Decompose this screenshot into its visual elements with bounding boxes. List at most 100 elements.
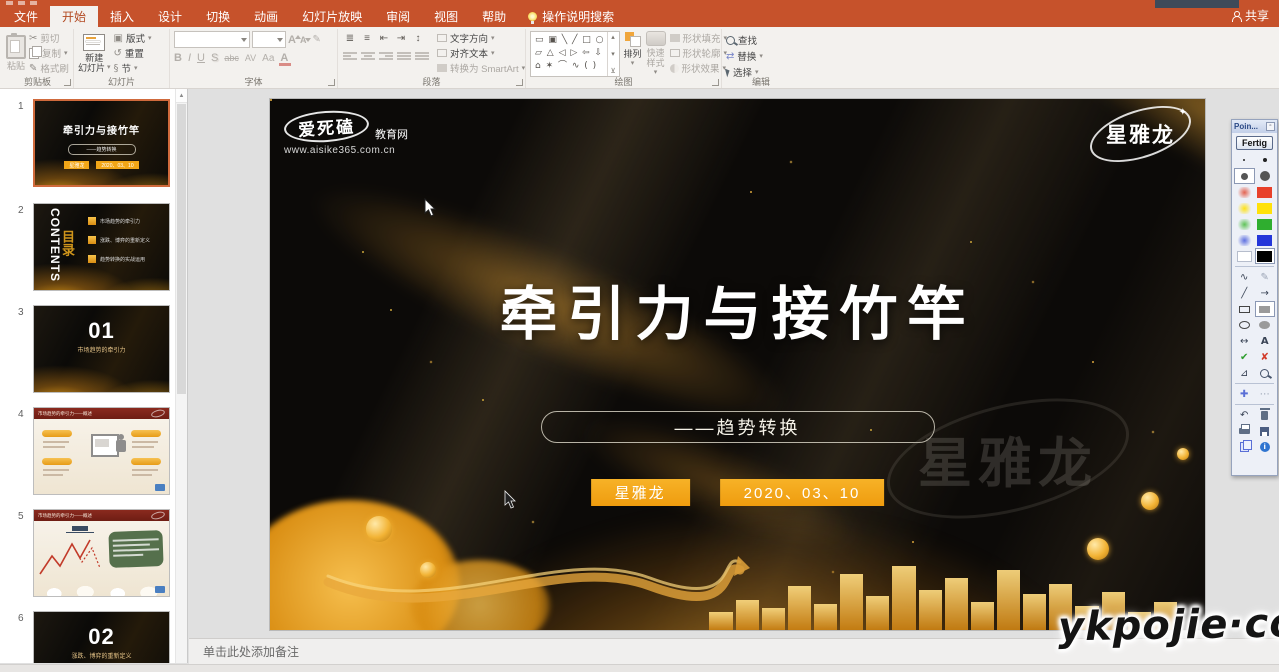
character-spacing-button[interactable]: AV — [245, 53, 256, 63]
convert-smartart-button[interactable]: 转换为 SmartArt ▾ — [437, 61, 525, 75]
dialog-launcher-icon[interactable] — [712, 79, 719, 86]
print-button[interactable] — [1234, 423, 1255, 439]
replace-button[interactable]: ⇄ 替换 ▾ — [726, 49, 796, 63]
thumbnail-slide-1[interactable]: 牵引力与接竹竿 ——趋势转换 星雅龙 2020、03、10 — [33, 99, 170, 187]
slide-title[interactable]: 牵引力与接竹竿 — [270, 267, 1205, 351]
tab-design[interactable]: 设计 — [146, 6, 194, 27]
align-center-button[interactable] — [360, 49, 376, 63]
tell-me-search[interactable]: 操作说明搜索 — [518, 6, 624, 27]
italic-button[interactable]: I — [188, 52, 191, 64]
font-name-combobox[interactable] — [174, 31, 250, 48]
crosshair-tool[interactable]: ✚ — [1234, 386, 1255, 402]
font-size-combobox[interactable] — [252, 31, 286, 48]
bullets-button[interactable]: ≣ — [342, 31, 358, 46]
tab-file[interactable]: 文件 — [2, 6, 50, 27]
color-yellow[interactable] — [1255, 200, 1276, 216]
slide-date-badge[interactable]: 2020、03、10 — [720, 479, 885, 506]
tab-insert[interactable]: 插入 — [98, 6, 146, 27]
fertig-button[interactable]: Fertig — [1236, 136, 1273, 150]
quick-access-toolbar[interactable] — [6, 1, 37, 5]
line-tool[interactable]: ╱ — [1234, 285, 1255, 301]
scrollbar-thumb[interactable] — [177, 104, 186, 394]
more-options[interactable]: ⋯ — [1255, 386, 1276, 402]
shapes-gallery[interactable]: ▭ ▣ ╲ ╱ □ ○ ▱ △ ◁ ▷ ⇦ ⇩ ⌂ ✶ ⌒ ∿ ( ) ▴ ▾ … — [530, 31, 620, 77]
shape-fill-button[interactable]: 形状填充 ▾ — [670, 31, 728, 45]
tab-view[interactable]: 视图 — [422, 6, 470, 27]
tab-review[interactable]: 审阅 — [374, 6, 422, 27]
tab-home[interactable]: 开始 — [50, 6, 98, 27]
text-shadow-button[interactable]: S — [211, 52, 218, 64]
thumbnail-slide-2[interactable]: CONTENTS 目录 市场趋势的牵引力 涨跌、博弈的重新定义 趋势转换的实战运… — [33, 203, 170, 291]
change-case-button[interactable]: Aa — [262, 53, 274, 64]
rectangle-tool[interactable] — [1234, 301, 1255, 317]
color-blue[interactable] — [1255, 232, 1276, 248]
color-yellow-soft[interactable] — [1234, 200, 1255, 216]
quick-styles-button[interactable]: 快速样式 ▾ — [646, 31, 666, 78]
paste-button[interactable]: 粘贴 — [6, 35, 26, 71]
tab-animations[interactable]: 动画 — [242, 6, 290, 27]
arrange-button[interactable]: 排列 ▾ — [624, 31, 642, 69]
numbering-button[interactable]: ≡ — [359, 31, 375, 46]
color-black[interactable] — [1255, 248, 1276, 264]
align-text-button[interactable]: 对齐文本 ▾ — [437, 46, 525, 60]
undo-button[interactable]: ↶ — [1234, 407, 1255, 423]
thumbnail-slide-4[interactable]: 市场趋势的牵引力——概述 — [33, 407, 170, 495]
thumbnail-slide-6[interactable]: 02 涨跌、博弈的重新定义 — [33, 611, 170, 663]
copy-button[interactable]: 复制 ▾ — [29, 46, 69, 60]
pointofix-titlebar[interactable]: Poin... ▫ — [1232, 120, 1277, 133]
freehand-tool[interactable]: ∿ — [1234, 269, 1255, 285]
text-tool[interactable]: A — [1255, 333, 1276, 349]
slide-subtitle-pill[interactable]: ——趋势转换 — [541, 411, 935, 443]
align-left-button[interactable] — [342, 49, 358, 63]
thumbnail-slide-3[interactable]: 01 市场趋势的牵引力 — [33, 305, 170, 393]
shape-effects-button[interactable]: 形状效果 ▾ — [670, 61, 728, 75]
ellipse-tool[interactable] — [1234, 317, 1255, 333]
magnifier-tool[interactable] — [1255, 365, 1276, 381]
filled-rectangle-tool[interactable] — [1255, 301, 1276, 317]
ruler-tool[interactable]: ⊿ — [1234, 365, 1255, 381]
shape-outline-button[interactable]: 形状轮廓 ▾ — [670, 46, 728, 60]
format-painter-button[interactable]: ✎ 格式刷 — [29, 61, 69, 75]
bold-button[interactable]: B — [174, 52, 182, 64]
scroll-up-button[interactable]: ▲ — [176, 89, 187, 103]
cross-tool[interactable]: ✘ — [1255, 349, 1276, 365]
scroll-up-icon[interactable]: ▴ — [611, 33, 615, 41]
tab-help[interactable]: 帮助 — [470, 6, 518, 27]
underline-button[interactable]: U — [197, 52, 205, 64]
strikethrough-button[interactable]: abc — [224, 53, 239, 63]
shapes-gallery-scrollbar[interactable]: ▴ ▾ ⊻ — [607, 32, 619, 76]
line-spacing-button[interactable]: ↕ — [410, 31, 426, 46]
cut-button[interactable]: ✂ 剪切 — [29, 31, 69, 45]
increase-indent-button[interactable]: ⇥ — [393, 31, 409, 46]
pen-size-4[interactable] — [1255, 168, 1276, 184]
align-right-button[interactable] — [378, 49, 394, 63]
section-button[interactable]: § 节 ▾ — [114, 61, 152, 75]
close-icon[interactable]: ▫ — [1266, 122, 1275, 131]
text-direction-button[interactable]: 文字方向 ▾ — [437, 31, 525, 45]
color-green-soft[interactable] — [1234, 216, 1255, 232]
tab-transitions[interactable]: 切换 — [194, 6, 242, 27]
check-tool[interactable]: ✔ — [1234, 349, 1255, 365]
pen-size-2[interactable] — [1255, 152, 1276, 168]
gallery-more-icon[interactable]: ⊻ — [610, 67, 615, 75]
marker-tool[interactable]: ✎ — [1255, 269, 1276, 285]
scroll-down-icon[interactable]: ▾ — [611, 50, 615, 58]
new-slide-button[interactable]: 新建 幻灯片 ▾ — [78, 34, 111, 73]
share-button[interactable]: 共享 — [1231, 7, 1269, 24]
arrow-tool[interactable]: → — [1255, 285, 1276, 301]
pen-size-3[interactable] — [1234, 168, 1255, 184]
color-blue-soft[interactable] — [1234, 232, 1255, 248]
clear-formatting-button[interactable]: ✎ — [312, 34, 320, 45]
tab-slideshow[interactable]: 幻灯片放映 — [290, 6, 374, 27]
slide-canvas[interactable]: 爱死磕教育网 www.aisike365.com.cn 星雅龙 ✦ 牵引力与接竹… — [270, 99, 1205, 630]
increase-font-size-button[interactable]: A — [288, 34, 296, 46]
thumbnail-slide-5[interactable]: 市场趋势的牵引力——概述 — [33, 509, 170, 597]
font-color-button[interactable]: A — [280, 52, 288, 64]
color-green[interactable] — [1255, 216, 1276, 232]
decrease-font-size-button[interactable]: A — [300, 35, 307, 45]
color-red[interactable] — [1255, 184, 1276, 200]
columns-button[interactable] — [414, 49, 430, 63]
decrease-indent-button[interactable]: ⇤ — [376, 31, 392, 46]
delete-button[interactable] — [1255, 407, 1276, 423]
double-arrow-tool[interactable]: ↔ — [1234, 333, 1255, 349]
